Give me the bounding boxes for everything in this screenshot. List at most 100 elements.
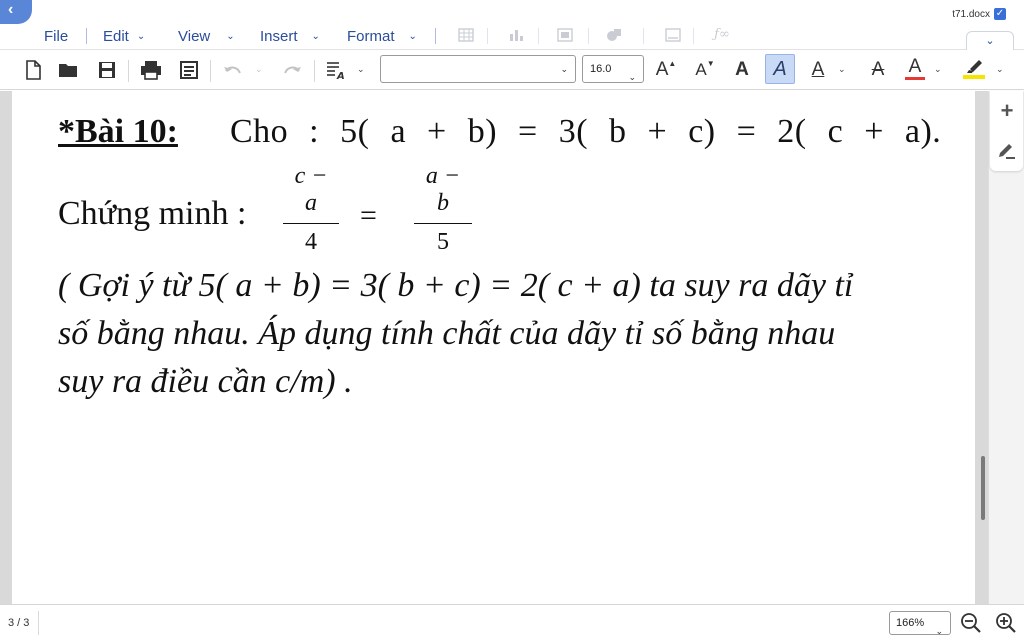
chevron-down-icon[interactable]: ⌄ [838,64,846,75]
menu-format[interactable]: Format ⌄ [347,27,417,45]
menu-view-label: View [178,27,211,45]
triangle-up-icon: ▲ [668,58,677,68]
chevron-down-icon[interactable]: ⌄ [934,64,942,75]
menu-divider [693,28,694,44]
edit-mode-icon[interactable]: ✓ [994,8,1006,20]
zoom-in-icon[interactable] [994,611,1018,635]
grow-font-label: A [655,59,669,80]
document-viewport[interactable]: *Bài 10: Cho : 5( a + b) = 3( b + c) = 2… [0,91,988,604]
shrink-font-label: A [695,60,707,79]
bold-label: A [735,59,749,80]
font-size-select[interactable]: 16.0 ⌄ [582,55,644,83]
new-document-icon[interactable] [21,58,45,82]
chevron-down-icon: ⌄ [560,64,568,74]
right-side-panel: + [988,91,1024,604]
chevron-down-icon: ⌄ [136,30,146,42]
chevron-down-icon[interactable]: ⌄ [255,64,263,75]
print-icon[interactable] [139,58,163,82]
redo-icon[interactable] [280,58,304,82]
back-button[interactable]: ‹ [0,0,32,24]
toolbar-divider [210,60,211,82]
font-color-label: A [908,56,922,77]
document-page[interactable]: *Bài 10: Cho : 5( a + b) = 3( b + c) = 2… [12,91,975,604]
given-equation: Cho : 5( a + b) = 3( b + c) = 2( c + a). [230,113,942,150]
hint-line: suy ra điều cần c/m) . [58,363,353,400]
chevron-down-icon: ⌄ [408,30,417,42]
page-view-icon[interactable] [177,58,201,82]
menu-divider [588,28,589,44]
fraction-left-denominator: 4 [305,229,317,255]
fraction-right-denominator: 5 [437,229,449,255]
exercise-title: *Bài 10: [58,113,178,150]
menu-insert-label: Insert [260,27,298,45]
triangle-down-icon: ▼ [706,58,715,68]
save-icon[interactable] [95,58,119,82]
page-counter: 3 / 3 [8,617,30,629]
status-divider [38,611,39,635]
menu-divider [538,28,539,44]
highlighter-icon [967,59,982,73]
menu-divider [643,28,644,44]
scrollbar-thumb[interactable] [981,456,985,520]
fraction-right: a − b 5 [414,163,472,256]
underline-button[interactable]: A [806,58,830,82]
fraction-bar [414,223,472,224]
toolbar-divider [314,60,315,82]
fraction-bar [283,223,339,224]
chevron-down-icon: ⌄ [226,30,235,42]
highlight-button[interactable] [962,56,986,80]
add-icon[interactable]: + [993,97,1021,125]
grow-font-button[interactable]: A ▲ [654,58,678,82]
menu-file[interactable]: File [44,27,68,45]
app-window: ‹ File Edit ⌄ View ⌄ Insert ⌄ Format ⌄ ƒ… [0,0,1024,640]
strikethrough-button[interactable]: A [866,58,890,82]
italic-button[interactable]: A [765,54,795,84]
svg-text:A: A [336,71,345,80]
status-bar: 3 / 3 166% ⌄ [0,604,1024,640]
chevron-down-icon: ⌄ [935,626,943,636]
zoom-out-icon[interactable] [959,611,983,635]
fraction-right-numerator: a − b [425,163,461,216]
chevron-down-icon: ⌄ [628,72,636,82]
collapse-toolbar-button[interactable]: ⌄ [966,31,1014,51]
shrink-font-button[interactable]: A ▼ [693,58,717,82]
menu-file-label: File [44,27,69,45]
chevron-down-icon: ⌄ [311,30,320,42]
annotate-icon[interactable] [993,137,1021,165]
hint-line: số bằng nhau. Áp dụng tính chất của dãy … [58,315,836,352]
image-icon [557,28,573,42]
fraction-equals-sign: = [360,199,377,232]
chevron-down-icon[interactable]: ⌄ [996,64,1004,75]
fraction-left: c − a 4 [283,163,339,256]
menu-insert[interactable]: Insert ⌄ [260,27,320,45]
menu-bar: ‹ File Edit ⌄ View ⌄ Insert ⌄ Format ⌄ ƒ… [0,0,1024,51]
font-name-select[interactable]: ⌄ [380,55,576,83]
fraction-left-numerator: c − a [294,163,328,216]
open-folder-icon[interactable] [57,58,81,82]
font-color-button[interactable]: A [903,56,927,80]
menu-edit-label: Edit [103,27,129,45]
menu-edit[interactable]: Edit ⌄ [103,27,145,45]
toolbar-divider [128,60,129,82]
menu-divider [86,28,87,44]
hint-line: ( Gợi ý từ 5( a + b) = 3( b + c) = 2( c … [58,267,854,304]
zoom-select[interactable]: 166% ⌄ [889,611,951,636]
strikethrough-label: A [871,59,885,80]
highlight-color-swatch [963,74,985,79]
chevron-down-icon[interactable]: ⌄ [357,64,365,75]
menu-view[interactable]: View ⌄ [178,27,235,45]
undo-icon[interactable] [221,58,245,82]
chart-icon [508,28,524,42]
textbox-icon [665,28,681,42]
prove-label: Chứng minh : [58,195,247,232]
zoom-value: 166% [896,617,925,629]
font-size-value: 16.0 [590,63,612,75]
underline-label: A [811,59,825,80]
bold-button[interactable]: A [730,58,754,82]
menu-divider [487,28,488,44]
text-style-icon[interactable]: A [325,58,349,82]
file-name: t71.docx [952,9,990,20]
menu-format-label: Format [347,27,395,45]
font-color-swatch [905,77,925,80]
vertical-scrollbar[interactable] [977,91,987,604]
